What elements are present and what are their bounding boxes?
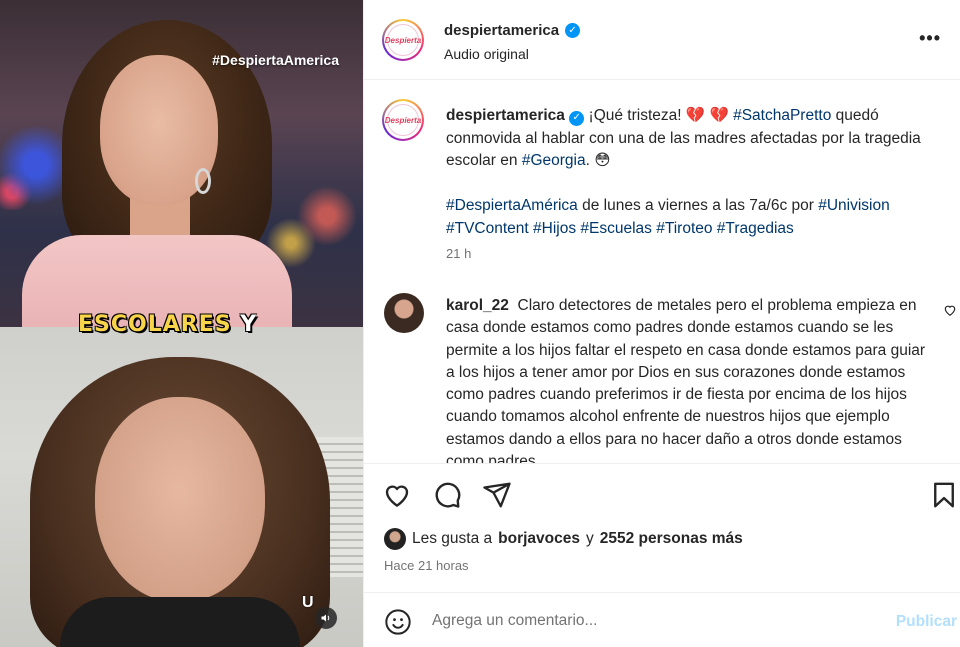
likes-prefix: Les gusta a [412, 530, 493, 547]
verified-badge-icon: ✓ [565, 23, 581, 38]
verified-badge-icon: ✓ [569, 110, 585, 126]
smiley-icon [385, 609, 411, 635]
post-panel: Despierta despiertamerica ✓ Audio origin… [363, 0, 960, 647]
comments-section[interactable]: Despierta despiertamerica ✓ ¡Qué tristez… [364, 81, 960, 463]
speaker-icon [321, 614, 330, 622]
likes-summary[interactable]: Les gusta a borjavoces y 2552 personas m… [384, 528, 743, 550]
post-media[interactable]: #DespiertaAmerica ESCOLARES Y U [0, 0, 363, 647]
liker-username[interactable]: borjavoces [498, 530, 580, 548]
caption-text: . 😳 [585, 152, 611, 169]
comment-like-button[interactable] [943, 303, 957, 320]
host-video-frame: #DespiertaAmerica [0, 0, 363, 327]
action-bar [364, 463, 960, 523]
comment-button[interactable] [432, 480, 462, 510]
despierta-logo: Despierta [385, 104, 421, 136]
video-hashtag-overlay: #DespiertaAmerica [212, 52, 339, 68]
guest-face [95, 397, 265, 602]
caption-time[interactable]: 21 h [446, 246, 471, 261]
like-button[interactable] [382, 480, 412, 510]
caption-text: ¡Qué tristeza! 💔 💔 [588, 107, 734, 124]
post-timestamp[interactable]: Hace 21 horas [384, 558, 469, 573]
post-caption: despiertamerica ✓ ¡Qué tristeza! 💔 💔 #Sa… [446, 105, 946, 240]
save-button[interactable] [929, 480, 959, 510]
caption-text: de lunes a viernes a las 7a/6c por [577, 197, 819, 214]
author-username-row: despiertamerica ✓ [444, 22, 581, 39]
likes-count[interactable]: 2552 personas más [600, 530, 743, 548]
emoji-button[interactable] [384, 608, 412, 636]
bookmark-icon [934, 482, 954, 508]
heart-icon [944, 305, 956, 316]
caption-username[interactable]: despiertamerica [446, 107, 565, 124]
video-caption-word: ESCOLARES [78, 312, 232, 337]
avatar-ring: Despierta [384, 101, 422, 139]
more-options-button[interactable]: ••• [919, 28, 941, 49]
author-username[interactable]: despiertamerica [444, 22, 559, 39]
earring [195, 168, 211, 194]
hashtag-links[interactable]: #TVContent #Hijos #Escuelas #Tiroteo #Tr… [446, 220, 794, 237]
add-comment-bar: Publicar [364, 592, 960, 647]
heart-icon [385, 485, 409, 507]
publish-button[interactable]: Publicar [896, 613, 957, 631]
mute-button[interactable] [315, 607, 337, 629]
hashtag-link[interactable]: #Univision [818, 197, 890, 214]
comment: karol_22 Claro detectores de metales per… [446, 295, 936, 463]
hashtag-link[interactable]: #Georgia [522, 152, 586, 169]
author-avatar[interactable]: Despierta [382, 19, 424, 61]
video-caption-word: Y [240, 312, 258, 337]
comment-body: Claro detectores de metales pero el prob… [446, 297, 926, 463]
comment-bubble-icon [435, 482, 461, 508]
caption-author-avatar[interactable]: Despierta [382, 99, 424, 141]
hashtag-link[interactable]: #SatchaPretto [733, 107, 831, 124]
avatar-ring: Despierta [384, 21, 422, 59]
comment-username[interactable]: karol_22 [446, 297, 509, 314]
despierta-logo: Despierta [385, 24, 421, 56]
liker-avatar[interactable] [384, 528, 406, 550]
guest-shirt [60, 597, 300, 647]
audio-link[interactable]: Audio original [444, 46, 529, 62]
commenter-avatar[interactable] [384, 293, 424, 333]
comment-input[interactable] [432, 607, 872, 635]
post-header: Despierta despiertamerica ✓ Audio origin… [364, 0, 960, 80]
likes-conjunction: y [586, 530, 594, 547]
paper-plane-icon [483, 482, 511, 508]
hashtag-link[interactable]: #DespiertaAmérica [446, 197, 578, 214]
share-button[interactable] [482, 480, 512, 510]
video-caption: ESCOLARES Y [78, 312, 257, 337]
